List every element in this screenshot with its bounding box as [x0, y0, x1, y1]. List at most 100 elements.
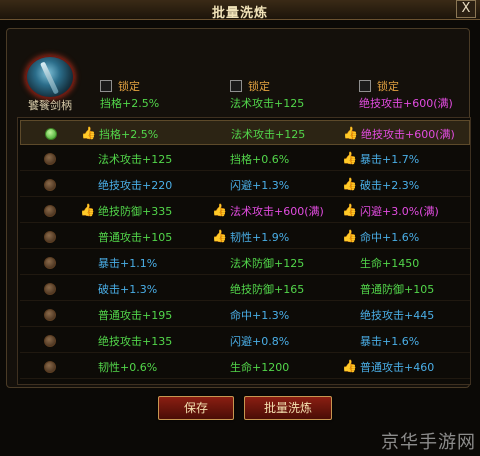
thumbs-up-icon: 👍: [343, 126, 358, 140]
attribute-text: 法术攻击+125: [231, 127, 306, 141]
attribute-cell: 绝技攻击+445: [342, 307, 434, 322]
attribute-cell: 法术攻击+125: [80, 151, 172, 166]
attribute-cell: 普通防御+105: [342, 281, 434, 296]
save-button[interactable]: 保存: [158, 396, 234, 420]
attribute-text: 闪避+1.3%: [230, 178, 290, 192]
attribute-text: 绝技防御+335: [98, 204, 173, 218]
lock-checkbox-1[interactable]: [100, 79, 112, 92]
thumbs-up-icon: 👍: [81, 126, 96, 140]
attribute-text: 韧性+0.6%: [98, 360, 158, 374]
attribute-cell: 挡格+0.6%: [212, 151, 289, 166]
attribute-cell: 👍 法术攻击+600(满): [212, 203, 324, 218]
thumbs-up-icon: 👍: [342, 203, 357, 217]
attribute-text: 绝技攻击+445: [360, 308, 435, 322]
attribute-text: 绝技攻击+220: [98, 178, 173, 192]
refine-result-list: 👍 挡格+2.5% 法术攻击+125 👍 绝技攻击+600(满) 法术攻击+125 挡格+0…: [17, 117, 471, 385]
attribute-cell: 👍 暴击+1.7%: [342, 151, 419, 166]
row-radio-button[interactable]: [44, 231, 56, 243]
row-radio-button[interactable]: [44, 335, 56, 347]
lock-label: 锁定: [377, 79, 399, 93]
locked-attribute-2: 法术攻击+125: [230, 97, 305, 110]
attribute-cell: 👍 挡格+2.5%: [81, 126, 158, 141]
attribute-text: 暴击+1.1%: [98, 256, 158, 270]
attribute-cell: 👍 闪避+3.0%(满): [342, 203, 439, 218]
sword-hilt-icon: [25, 55, 75, 99]
thumbs-up-icon: 👍: [212, 229, 227, 243]
attribute-text: 绝技攻击+600(满): [361, 127, 455, 141]
attribute-cell: 👍 韧性+1.9%: [212, 229, 289, 244]
row-radio-button[interactable]: [44, 153, 56, 165]
attribute-text: 命中+1.3%: [230, 308, 290, 322]
attribute-cell: 暴击+1.6%: [342, 333, 419, 348]
attribute-text: 普通攻击+460: [360, 360, 435, 374]
item-name: 饕餮剑柄: [28, 99, 72, 112]
window-title: 批量洗炼: [211, 6, 268, 21]
attribute-text: 韧性+1.9%: [230, 230, 290, 244]
row-radio-button[interactable]: [44, 205, 56, 217]
result-row[interactable]: 普通攻击+195 命中+1.3% 绝技攻击+445: [20, 302, 470, 327]
thumbs-up-icon: 👍: [342, 177, 357, 191]
attribute-cell: 命中+1.3%: [212, 307, 289, 322]
result-row[interactable]: 暴击+1.1% 法术防御+125 生命+1450: [20, 250, 470, 275]
result-row[interactable]: 破击+1.3% 绝技防御+165 普通防御+105: [20, 276, 470, 301]
thumbs-up-icon: 👍: [80, 203, 95, 217]
row-radio-button[interactable]: [44, 283, 56, 295]
attribute-cell: 破击+1.3%: [80, 281, 157, 296]
lock-group-1: 锁定 挡格+2.5%: [100, 79, 159, 110]
attribute-cell: 👍 命中+1.6%: [342, 229, 419, 244]
attribute-cell: 韧性+0.6%: [80, 359, 157, 374]
result-row[interactable]: 👍 挡格+2.5% 法术攻击+125 👍 绝技攻击+600(满): [20, 120, 470, 145]
watermark: 京华手游网: [381, 432, 476, 453]
attribute-text: 普通攻击+105: [98, 230, 173, 244]
row-radio-button[interactable]: [44, 257, 56, 269]
attribute-text: 生命+1200: [230, 360, 290, 374]
attribute-cell: 👍 破击+2.3%: [342, 177, 419, 192]
row-radio-button[interactable]: [44, 179, 56, 191]
row-radio-button[interactable]: [44, 309, 56, 321]
lock-label: 锁定: [118, 79, 140, 93]
attribute-cell: 👍 普通攻击+460: [342, 359, 434, 374]
attribute-text: 命中+1.6%: [360, 230, 420, 244]
attribute-cell: 绝技攻击+135: [80, 333, 172, 348]
attribute-cell: 闪避+0.8%: [212, 333, 289, 348]
attribute-text: 法术攻击+125: [98, 152, 173, 166]
lock-checkbox-3[interactable]: [359, 79, 371, 92]
thumbs-up-icon: 👍: [342, 229, 357, 243]
attribute-text: 闪避+0.8%: [230, 334, 290, 348]
row-radio-button[interactable]: [45, 128, 57, 140]
locked-attribute-3: 绝技攻击+600(满): [359, 97, 453, 110]
lock-checkbox-2[interactable]: [230, 79, 242, 92]
batch-refine-button[interactable]: 批量洗炼: [244, 396, 332, 420]
attribute-cell: 普通攻击+195: [80, 307, 172, 322]
attribute-text: 法术攻击+600(满): [230, 204, 324, 218]
attribute-text: 绝技攻击+135: [98, 334, 173, 348]
result-row[interactable]: 绝技攻击+220 闪避+1.3% 👍 破击+2.3%: [20, 172, 470, 197]
result-row[interactable]: 韧性+0.6% 生命+1200 👍 普通攻击+460: [20, 354, 470, 379]
attribute-cell: 暴击+1.1%: [80, 255, 157, 270]
attribute-text: 暴击+1.7%: [360, 152, 420, 166]
result-row[interactable]: 👍 绝技防御+335 👍 法术攻击+600(满) 👍 闪避+3.0%(满): [20, 198, 470, 223]
result-row[interactable]: 绝技攻击+135 闪避+0.8% 暴击+1.6%: [20, 328, 470, 353]
attribute-text: 挡格+0.6%: [230, 152, 290, 166]
attribute-text: 挡格+2.5%: [99, 127, 159, 141]
thumbs-up-icon: 👍: [212, 203, 227, 217]
locked-attribute-1: 挡格+2.5%: [100, 97, 160, 110]
title-bar: 批量洗炼 X: [0, 0, 480, 21]
attribute-cell: 👍 绝技攻击+600(满): [343, 126, 455, 141]
attribute-cell: 生命+1200: [212, 359, 289, 374]
row-radio-button[interactable]: [44, 361, 56, 373]
close-button[interactable]: X: [456, 0, 476, 18]
result-row[interactable]: 普通攻击+105 👍 韧性+1.9% 👍 命中+1.6%: [20, 224, 470, 249]
attribute-cell: 绝技防御+165: [212, 281, 304, 296]
attribute-text: 暴击+1.6%: [360, 334, 420, 348]
thumbs-up-icon: 👍: [342, 151, 357, 165]
attribute-cell: 法术攻击+125: [213, 126, 305, 141]
attribute-text: 生命+1450: [360, 256, 420, 270]
result-row[interactable]: 法术攻击+125 挡格+0.6% 👍 暴击+1.7%: [20, 146, 470, 171]
attribute-text: 闪避+3.0%(满): [360, 204, 439, 218]
attribute-text: 普通防御+105: [360, 282, 435, 296]
attribute-text: 破击+1.3%: [98, 282, 158, 296]
lock-group-3: 锁定 绝技攻击+600(满): [359, 79, 453, 110]
attribute-cell: 普通攻击+105: [80, 229, 172, 244]
attribute-cell: 生命+1450: [342, 255, 419, 270]
